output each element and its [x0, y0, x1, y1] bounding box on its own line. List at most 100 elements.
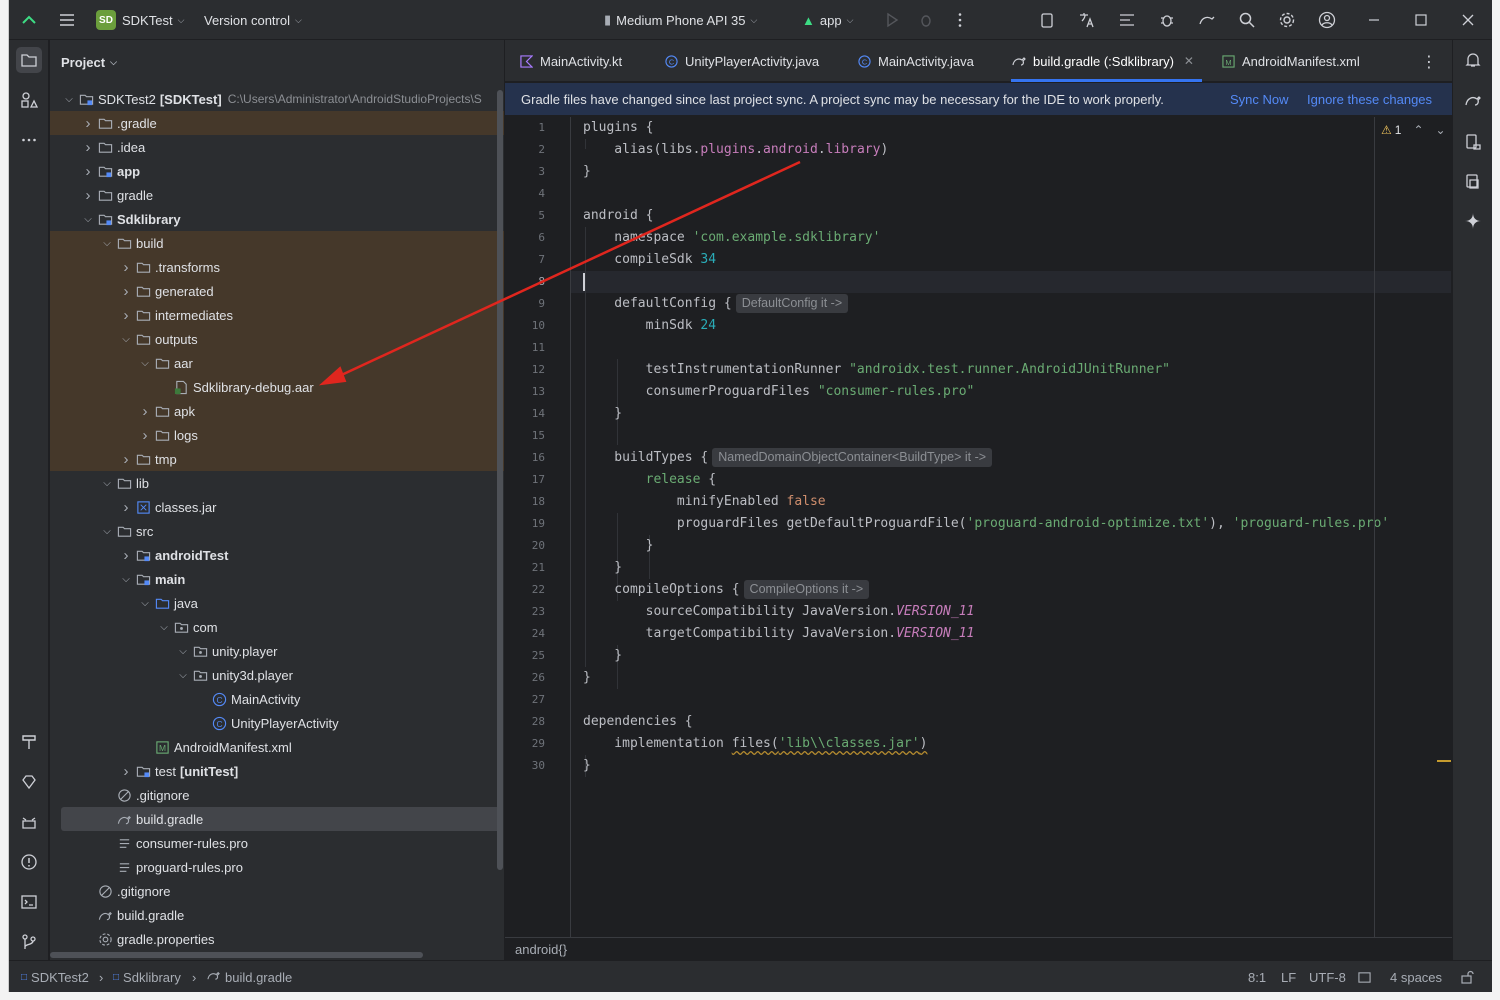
line-number[interactable]: 5	[505, 205, 545, 227]
build-hammer-icon[interactable]	[16, 729, 42, 755]
line-number[interactable]: 1	[505, 117, 545, 139]
tree-item[interactable]: proguard-rules.pro	[50, 855, 504, 879]
more-actions-icon[interactable]	[948, 8, 972, 32]
chevron-down-icon[interactable]: ⌵	[137, 598, 153, 609]
tree-item[interactable]: › apk	[50, 399, 504, 423]
device-explorer-icon[interactable]	[1460, 129, 1486, 155]
line-number[interactable]: 28	[505, 711, 545, 733]
line-number[interactable]: 17	[505, 469, 545, 491]
tree-item[interactable]: › androidTest	[50, 543, 504, 567]
close-window-icon[interactable]	[1456, 8, 1480, 32]
file-encoding[interactable]: UTF-8	[1309, 961, 1346, 992]
line-number[interactable]: 20	[505, 535, 545, 557]
code-editor[interactable]: plugins { alias(libs.plugins.android.lib…	[571, 117, 1451, 937]
logcat-icon[interactable]	[16, 809, 42, 835]
project-tree-scrollbar[interactable]	[497, 90, 503, 870]
tree-item[interactable]: › gradle	[50, 183, 504, 207]
line-number[interactable]: 25	[505, 645, 545, 667]
caret-position[interactable]: 8:1	[1248, 961, 1266, 992]
tree-item[interactable]: build.gradle	[50, 807, 504, 831]
indent-setting[interactable]: 4 spaces	[1390, 961, 1442, 992]
chevron-right-icon[interactable]: ›	[118, 499, 134, 516]
bug-settings-icon[interactable]	[1155, 8, 1179, 32]
chevron-down-icon[interactable]: ⌵	[61, 94, 77, 105]
tree-item[interactable]: ⌵ Sdklibrary	[50, 207, 504, 231]
search-icon[interactable]	[1235, 8, 1259, 32]
tree-item[interactable]: ⌵ lib	[50, 471, 504, 495]
line-number[interactable]: 22	[505, 579, 545, 601]
tree-item[interactable]: ⌵ build	[50, 231, 504, 255]
notifications-icon[interactable]	[1460, 47, 1486, 73]
tree-item[interactable]: › classes.jar	[50, 495, 504, 519]
tree-item[interactable]: build.gradle	[50, 903, 504, 927]
tree-item[interactable]: C UnityPlayerActivity	[50, 711, 504, 735]
tree-item[interactable]: › test [unitTest]	[50, 759, 504, 783]
line-number[interactable]: 21	[505, 557, 545, 579]
chevron-down-icon[interactable]: ⌄	[1436, 123, 1446, 137]
main-menu-icon[interactable]	[55, 8, 79, 32]
warning-marker[interactable]	[1437, 760, 1451, 762]
chevron-down-icon[interactable]: ⌵	[118, 334, 134, 345]
layout-inspector-icon[interactable]	[1115, 8, 1139, 32]
tree-item[interactable]: ⌵ unity3d.player	[50, 663, 504, 687]
chevron-down-icon[interactable]: ⌵	[156, 622, 172, 633]
app-quality-icon[interactable]	[16, 769, 42, 795]
tree-item[interactable]: › .gradle	[50, 111, 504, 135]
tree-item[interactable]: ⌵ unity.player	[50, 639, 504, 663]
chevron-down-icon[interactable]: ⌵	[118, 574, 134, 585]
chevron-right-icon[interactable]: ›	[118, 259, 134, 276]
chevron-right-icon[interactable]: ›	[118, 307, 134, 324]
project-selector[interactable]: SD SDKTest ⌵	[96, 0, 184, 40]
line-number[interactable]: 2	[505, 139, 545, 161]
tree-item[interactable]: ⌵ SDKTest2 [SDKTest] C:\Users\Administrator…	[50, 87, 504, 111]
line-number[interactable]: 3	[505, 161, 545, 183]
chevron-right-icon[interactable]: ›	[80, 163, 96, 180]
project-view-selector[interactable]: Project ⌵	[50, 40, 504, 84]
chevron-right-icon[interactable]: ›	[137, 403, 153, 420]
tree-item[interactable]: gradle.properties	[50, 927, 504, 951]
tabs-more-icon[interactable]: ⋮	[1421, 52, 1437, 72]
line-number[interactable]: 15	[505, 425, 545, 447]
account-icon[interactable]	[1315, 8, 1339, 32]
tree-item[interactable]: › .transforms	[50, 255, 504, 279]
chevron-right-icon[interactable]: ›	[118, 763, 134, 780]
tab-unityplayeractivity-java[interactable]: C UnityPlayerActivity.java	[663, 40, 819, 82]
tree-item[interactable]: ⌵ java	[50, 591, 504, 615]
line-number[interactable]: 6	[505, 227, 545, 249]
chevron-right-icon[interactable]: ›	[118, 283, 134, 300]
project-tree-horizontal-scrollbar[interactable]	[50, 952, 423, 958]
tree-item[interactable]: › logs	[50, 423, 504, 447]
tab-build-gradle-sdklibrary[interactable]: build.gradle (:Sdklibrary) ✕	[1011, 40, 1202, 82]
ignore-changes-link[interactable]: Ignore these changes	[1307, 92, 1432, 107]
chevron-down-icon[interactable]: ⌵	[99, 478, 115, 489]
line-number[interactable]: 18	[505, 491, 545, 513]
inspection-widget[interactable]: ⚠ 1 ⌃ ⌄	[1381, 123, 1446, 137]
chevron-down-icon[interactable]: ⌵	[80, 214, 96, 225]
tree-item[interactable]: ⌵ com	[50, 615, 504, 639]
minimize-icon[interactable]	[1362, 8, 1386, 32]
line-number[interactable]: 4	[505, 183, 545, 205]
line-number[interactable]: 29	[505, 733, 545, 755]
tree-item[interactable]: › .idea	[50, 135, 504, 159]
line-number[interactable]: 19	[505, 513, 545, 535]
chevron-right-icon[interactable]: ›	[80, 187, 96, 204]
problems-icon[interactable]	[16, 849, 42, 875]
tree-item[interactable]: ⌵ main	[50, 567, 504, 591]
line-number[interactable]: 13	[505, 381, 545, 403]
chevron-right-icon[interactable]: ›	[118, 451, 134, 468]
chevron-down-icon[interactable]: ⌵	[99, 526, 115, 537]
more-tools-icon[interactable]	[16, 127, 42, 153]
device-manager-icon[interactable]	[1035, 8, 1059, 32]
tab-androidmanifest-xml[interactable]: M AndroidManifest.xml	[1220, 40, 1360, 82]
line-number[interactable]: 11	[505, 337, 545, 359]
vcs-selector[interactable]: Version control ⌵	[204, 0, 302, 40]
chevron-down-icon[interactable]: ⌵	[175, 646, 191, 657]
chevron-up-icon[interactable]: ⌃	[1413, 123, 1423, 137]
line-number[interactable]: 26	[505, 667, 545, 689]
run-config-selector[interactable]: ▲ app ⌵	[802, 0, 853, 40]
resource-manager-icon[interactable]	[16, 87, 42, 113]
chevron-down-icon[interactable]: ⌵	[175, 670, 191, 681]
line-separator[interactable]: LF	[1281, 961, 1296, 992]
close-tab-icon[interactable]: ✕	[1184, 54, 1194, 68]
line-number[interactable]: 30	[505, 755, 545, 777]
